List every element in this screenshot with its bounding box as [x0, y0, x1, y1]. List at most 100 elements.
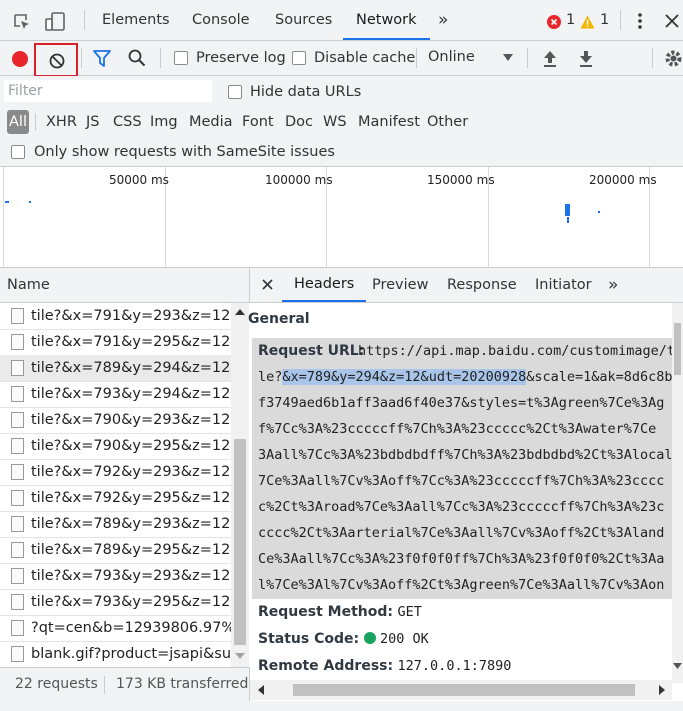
scroll-right-icon[interactable]: [659, 685, 665, 695]
disable-cache-checkbox[interactable]: Disable cache: [292, 49, 415, 67]
more-tabs-button[interactable]: »: [438, 0, 448, 40]
request-row[interactable]: tile?&x=793&y=293&z=12&udt=20200928: [0, 563, 231, 590]
record-icon[interactable]: [11, 50, 29, 68]
search-icon[interactable]: [128, 49, 146, 67]
scroll-down-icon[interactable]: [673, 663, 682, 669]
request-row[interactable]: tile?&x=790&y=295&z=12&udt=20200928: [0, 433, 231, 460]
checkbox[interactable]: [228, 85, 242, 99]
checkbox[interactable]: [292, 51, 306, 65]
image-file-icon: [11, 308, 24, 324]
request-row[interactable]: tile?&x=790&y=293&z=12&udt=20200928: [0, 407, 231, 434]
request-url-line: f%7Cc%3A%23cccccff%7Ch%3A%23ccccc%2Ct%3A…: [258, 421, 657, 437]
request-row[interactable]: ?qt=cen&b=12939806.97%2C4: [0, 615, 231, 642]
tab-headers[interactable]: Headers: [282, 268, 367, 302]
tab-elements[interactable]: Elements: [102, 0, 170, 40]
file-icon: [11, 620, 24, 636]
checkbox[interactable]: [11, 145, 25, 159]
request-row[interactable]: tile?&x=793&y=294&z=12&udt=20200928: [0, 381, 231, 408]
timeline-mark: [29, 201, 31, 203]
request-row-selected[interactable]: tile?&x=789&y=294&z=12&udt=20200928: [0, 355, 231, 382]
type-filter-manifest[interactable]: Manifest: [358, 108, 420, 136]
type-filter-font[interactable]: Font: [242, 108, 274, 136]
more-detail-tabs-button[interactable]: »: [608, 268, 618, 302]
type-filter-img[interactable]: Img: [150, 108, 178, 136]
details-horizontal-scrollbar[interactable]: [250, 680, 672, 700]
samesite-checkbox[interactable]: Only show requests with SameSite issues: [11, 143, 335, 161]
timeline-mark: [565, 204, 570, 216]
export-har-icon[interactable]: [579, 50, 593, 67]
general-section-title[interactable]: General: [248, 311, 310, 327]
request-url-label: Request URL:: [258, 343, 365, 359]
scrollbar-thumb[interactable]: [674, 323, 681, 375]
request-row[interactable]: tile?&x=792&y=295&z=12&udt=20200928: [0, 485, 231, 512]
type-filter-ws[interactable]: WS: [323, 108, 347, 136]
scroll-left-icon[interactable]: [258, 685, 264, 695]
details-vertical-scrollbar[interactable]: [672, 303, 683, 683]
request-list-scrollbar[interactable]: [231, 303, 249, 667]
error-count[interactable]: 1: [566, 0, 575, 40]
tab-network[interactable]: Network: [343, 0, 430, 40]
request-row[interactable]: tile?&x=791&y=295&z=12&udt=20200928: [0, 329, 231, 356]
tab-initiator[interactable]: Initiator: [535, 268, 592, 302]
scroll-up-icon[interactable]: [235, 309, 245, 315]
samesite-label: Only show requests with SameSite issues: [34, 144, 335, 160]
type-filter-all[interactable]: All: [7, 110, 29, 134]
hide-data-urls-checkbox[interactable]: Hide data URLs: [228, 83, 361, 101]
name-column-header[interactable]: Name: [0, 268, 250, 303]
import-har-icon[interactable]: [543, 50, 557, 67]
close-icon[interactable]: [665, 14, 679, 28]
scroll-down-icon[interactable]: [235, 653, 245, 659]
request-name: blank.gif?product=jsapi&sub_: [31, 646, 231, 662]
scrollbar-thumb[interactable]: [293, 684, 635, 696]
type-filter-css[interactable]: CSS: [113, 108, 142, 136]
tab-console[interactable]: Console: [192, 0, 250, 40]
close-details-icon[interactable]: [262, 279, 273, 290]
warning-count[interactable]: 1: [600, 0, 609, 40]
request-row[interactable]: tile?&x=791&y=293&z=12&udt=20200928: [0, 303, 231, 330]
inspect-element-icon[interactable]: [13, 13, 31, 31]
tab-preview[interactable]: Preview: [372, 268, 428, 302]
transferred-size: 173 KB transferred: [116, 676, 249, 692]
clear-icon: [49, 53, 65, 69]
request-url-value: https://api.map.baidu.com/customimage/ti: [358, 343, 672, 359]
filter-icon[interactable]: [93, 50, 111, 67]
image-file-icon: [11, 360, 24, 376]
filter-input[interactable]: Filter: [4, 80, 212, 102]
request-row[interactable]: tile?&x=792&y=293&z=12&udt=20200928: [0, 459, 231, 486]
request-name: tile?&x=791&y=293&z=12&udt=20200928: [31, 308, 231, 324]
network-status-bar: 22 requests 173 KB transferred: [0, 667, 250, 702]
request-row[interactable]: blank.gif?product=jsapi&sub_: [0, 641, 231, 667]
tab-sources[interactable]: Sources: [275, 0, 332, 40]
disable-cache-label: Disable cache: [314, 50, 416, 66]
preserve-log-label: Preserve log: [196, 50, 286, 66]
preserve-log-checkbox[interactable]: Preserve log: [174, 49, 286, 67]
request-name: tile?&x=792&y=295&z=12&udt=20200928: [31, 490, 231, 506]
checkbox[interactable]: [174, 51, 188, 65]
tab-response[interactable]: Response: [447, 268, 517, 302]
clear-button[interactable]: [34, 43, 78, 77]
timeline-mark: [598, 211, 600, 213]
request-name: tile?&x=789&y=294&z=12&udt=20200928: [31, 360, 231, 376]
settings-gear-icon[interactable]: [664, 49, 683, 68]
request-row[interactable]: tile?&x=793&y=295&z=12&udt=20200928: [0, 589, 231, 616]
timeline-overview[interactable]: 50000 ms 100000 ms 150000 ms 200000 ms: [0, 167, 683, 268]
request-method-row: Request Method: GET: [258, 599, 422, 625]
timeline-mark: [5, 201, 9, 203]
request-name: ?qt=cen&b=12939806.97%2C4: [31, 620, 231, 636]
status-code-row: Status Code: 200 OK: [258, 626, 429, 652]
request-name: tile?&x=790&y=293&z=12&udt=20200928: [31, 412, 231, 428]
type-filter-xhr[interactable]: XHR: [46, 108, 77, 136]
type-filter-js[interactable]: JS: [86, 108, 99, 136]
device-toolbar-icon[interactable]: [45, 12, 67, 32]
remote-address-row: Remote Address: 127.0.0.1:7890: [258, 653, 511, 679]
kebab-menu-icon[interactable]: [636, 12, 644, 30]
type-filter-other[interactable]: Other: [427, 108, 468, 136]
type-filter-doc[interactable]: Doc: [285, 108, 313, 136]
type-filter-media[interactable]: Media: [189, 108, 233, 136]
request-url-line: Ce%3Aall%7Cc%3A%23f0f0f0ff%7Ch%3A%23f0f0…: [258, 551, 665, 567]
request-row[interactable]: tile?&x=789&y=295&z=12&udt=20200928: [0, 537, 231, 564]
request-url-line: c%2Ct%3Aroad%7Ce%3Aall%7Cc%3A%23cccccff%…: [258, 499, 665, 515]
throttling-select[interactable]: Online: [428, 49, 475, 65]
request-row[interactable]: tile?&x=789&y=293&z=12&udt=20200928: [0, 511, 231, 538]
scrollbar-thumb[interactable]: [234, 439, 246, 645]
